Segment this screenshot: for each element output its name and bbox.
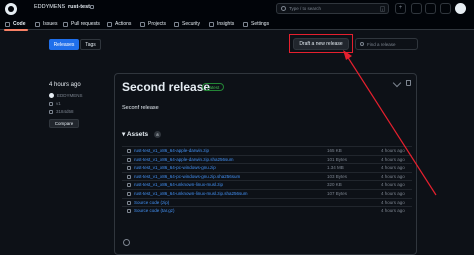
annotation-arrow: [343, 50, 437, 196]
annotation-arrow-line: [346, 55, 437, 196]
annotation-arrowhead: [343, 50, 352, 60]
